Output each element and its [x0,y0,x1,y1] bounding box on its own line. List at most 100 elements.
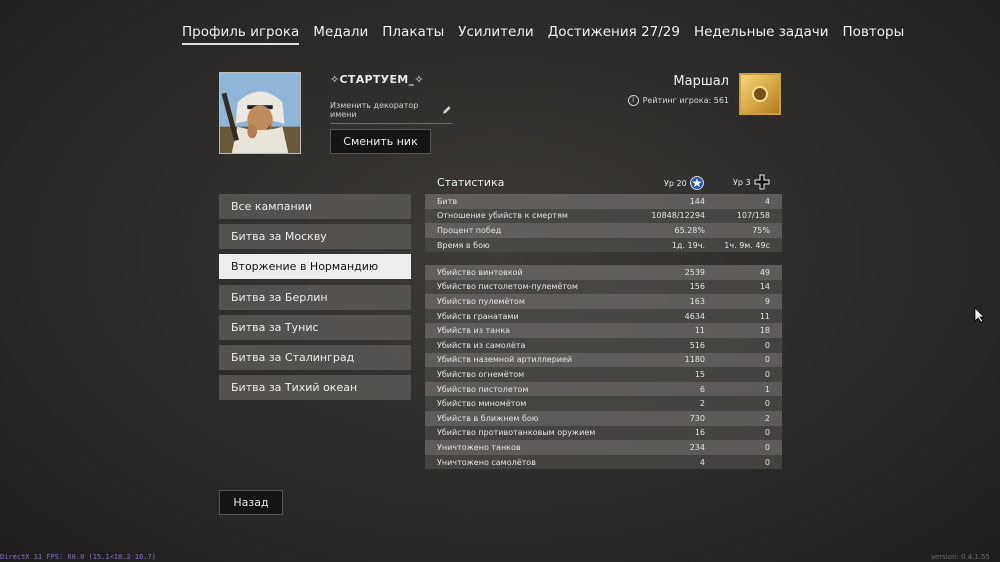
level-axis-label: Ур 3 [733,177,751,187]
stat-value-allies: 1д. 19ч. [671,240,705,250]
stat-value-axis: 0 [764,369,770,379]
tab-6[interactable]: Повторы [843,24,905,45]
allied-star-icon [689,176,704,190]
stat-value-allies: 6 [699,384,705,394]
stat-value-allies: 10848/12294 [651,211,705,221]
tab-0[interactable]: Профиль игрока [182,24,300,45]
top-nav: Профиль игрока Медали Плакаты Усилители Дост… [182,24,904,45]
stat-value-allies: 4634 [684,311,705,321]
stat-label: Убийств из танка [437,326,511,336]
table-row: Убийств наземной артиллерией 1180 0 [425,352,782,368]
table-row: Убийство винтовкой 2539 49 [425,265,782,280]
stat-label: Процент побед [437,225,502,235]
level-allies: Ур 20 [664,176,704,190]
campaign-item-0[interactable]: Все кампании [219,194,411,219]
stat-value-allies: 11 [694,326,705,336]
stat-label: Убийство миномётом [437,399,527,409]
stat-label: Убийств наземной артиллерией [437,355,573,365]
table-row: Убийство противотанковым оружием 16 0 [425,425,782,441]
stat-label: Убийство пулемётом [437,296,525,306]
fps-counter: DirectX 11 FPS: 60.0 (15.1<18.2 16.7) [0,553,156,561]
change-nick-button[interactable]: Сменить ник [330,129,431,154]
table-row: Уничтожено танков 234 0 [425,440,782,455]
table-row: Убийств в ближнем бою 730 2 [425,410,782,426]
stat-value-axis: 107/158 [736,211,770,221]
stat-label: Уничтожено танков [437,442,521,452]
level-allies-label: Ур 20 [664,178,687,188]
rating-text: Рейтинг игрока: 561 [642,96,729,105]
stats-summary-table: Битв 144 4 Отношение убийств к смертям 10848… [425,194,782,253]
table-row: Убийство миномётом 2 0 [425,396,782,411]
table-row: Убийство пистолетом-пулемётом 156 14 [425,279,782,295]
decorator-link-label: Изменить декоратор имени [330,101,419,119]
table-row: Битв 144 4 [425,194,782,209]
stat-value-axis: 2 [764,413,770,423]
back-button[interactable]: Назад [219,490,283,515]
stat-value-axis: 0 [764,457,770,467]
stat-value-axis: 14 [759,282,770,292]
stat-value-allies: 2 [699,399,705,409]
table-row: Убийств из самолёта 516 0 [425,337,782,353]
stat-label: Отношение убийств к смертям [437,211,568,221]
info-icon[interactable]: i [627,95,639,106]
stat-value-allies: 65.28% [674,225,705,235]
stat-label: Убийств из самолёта [437,340,526,350]
stat-value-allies: 163 [689,296,705,306]
campaign-item-3[interactable]: Битва за Берлин [219,284,411,310]
stat-value-allies: 156 [689,282,705,292]
rank-badge-icon [739,73,781,115]
mouse-cursor-icon [974,307,985,323]
axis-cross-icon [754,174,770,190]
tab-1[interactable]: Медали [313,24,368,45]
stat-value-axis: 1ч. 9м. 49с [724,240,770,250]
campaign-item-4[interactable]: Битва за Тунис [219,314,411,340]
stat-value-allies: 16 [694,428,705,438]
table-row: Убийств гранатами 4634 11 [425,308,782,324]
stat-label: Убийство противотанковым оружием [437,428,596,438]
table-row: Отношение убийств к смертям 10848/12294 10… [425,208,782,224]
stat-value-allies: 4 [699,457,705,467]
stat-label: Битв [437,196,458,206]
stat-value-allies: 1180 [684,355,705,365]
stat-label: Убийство пистолетом [437,384,529,394]
stat-value-allies: 730 [689,413,705,423]
campaign-item-6[interactable]: Битва за Тихий океан [219,375,411,401]
player-rating: i Рейтинг игрока: 561 [627,95,729,106]
stats-title: Статистика [437,176,505,189]
table-row: Процент побед 65.28% 75% [425,223,782,238]
stat-value-allies: 144 [689,196,705,206]
table-row: Уничтожено самолётов 4 0 [425,454,782,470]
stat-value-axis: 75% [752,225,770,235]
stat-value-axis: 1 [764,384,770,394]
soldier-portrait-icon [220,73,300,153]
stat-label: Время в бою [437,240,490,250]
stat-value-axis: 4 [764,196,770,206]
stat-value-axis: 0 [764,428,770,438]
stat-value-axis: 9 [764,296,770,306]
tab-2[interactable]: Плакаты [382,24,444,45]
version-label: version: 0.4.1.55 [930,553,990,561]
stat-value-axis: 0 [764,442,770,452]
table-row: Убийство пистолетом 6 1 [425,381,782,397]
player-avatar[interactable] [219,72,301,154]
tab-3[interactable]: Усилители [458,24,533,45]
stat-label: Убийств в ближнем бою [437,413,539,423]
level-axis: Ур 3 [733,174,770,190]
stat-label: Убийство винтовкой [437,267,523,277]
campaign-item-2[interactable]: Вторжение в Нормандию [219,254,411,280]
table-row: Время в бою 1д. 19ч. 1ч. 9м. 49с [425,237,782,253]
stat-value-axis: 18 [759,326,770,336]
pencil-icon [443,106,452,114]
campaign-item-5[interactable]: Битва за Сталинград [219,344,411,370]
stat-label: Уничтожено самолётов [437,457,536,467]
tab-5[interactable]: Недельные задачи [694,24,829,45]
stats-kills-table: Убийство винтовкой 2539 49 Убийство пистоле… [425,265,782,470]
stat-label: Убийств гранатами [437,311,519,321]
player-nickname: ✧СТАРТУЕМ_✧ [330,73,424,86]
stat-value-axis: 0 [764,355,770,365]
stat-value-axis: 0 [764,399,770,409]
change-name-decorator-link[interactable]: Изменить декоратор имени [330,101,452,124]
campaign-item-1[interactable]: Битва за Москву [219,224,411,250]
table-row: Убийство пулемётом 163 9 [425,294,782,309]
tab-4[interactable]: Достижения 27/29 [548,24,680,45]
